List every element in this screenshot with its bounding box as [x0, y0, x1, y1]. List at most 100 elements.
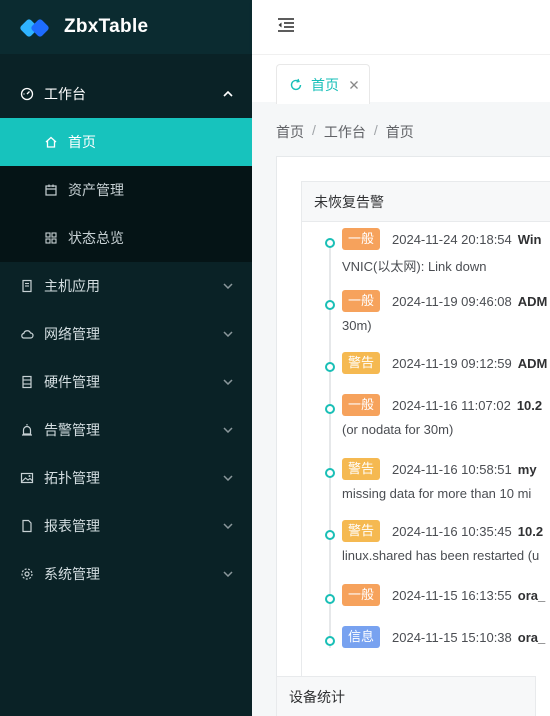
- alert-row: 警告 2024-11-19 09:12:59 ADM: [342, 352, 547, 374]
- severity-badge: 一般: [342, 394, 381, 416]
- sidebar-item-label: 拓扑管理: [44, 470, 100, 486]
- timeline-dot: [325, 238, 335, 248]
- sidebar-item-label: 报表管理: [44, 518, 100, 534]
- sidebar-item-reports[interactable]: 报表管理: [0, 502, 252, 550]
- alert-host: ADM: [517, 293, 548, 309]
- home-icon: [44, 135, 58, 149]
- alert-host: 10.2: [517, 523, 544, 539]
- chevron-down-icon: [222, 424, 234, 436]
- alert-row: 一般 2024-11-15 16:13:55 ora_: [342, 584, 545, 606]
- sidebar-item-label: 系统管理: [44, 566, 100, 582]
- sidebar-item-label: 硬件管理: [44, 374, 100, 390]
- brand[interactable]: ZbxTable: [0, 0, 252, 54]
- cloud-icon: [20, 327, 34, 341]
- alerts-timeline: 一般 2024-11-24 20:18:54 Win VNIC(以太网): Link …: [302, 222, 550, 682]
- sidebar-item-host-apps[interactable]: 主机应用: [0, 262, 252, 310]
- timeline-dot: [325, 404, 335, 414]
- refresh-icon[interactable]: [289, 78, 303, 92]
- content-panel: 未恢复告警 一般 2024-11-24 20:18:54 Win VNIC(以太网):…: [276, 156, 550, 716]
- timeline-dot: [325, 530, 335, 540]
- settings-icon: [20, 567, 34, 581]
- close-icon[interactable]: [349, 80, 359, 90]
- timeline-dot: [325, 594, 335, 604]
- file-icon: [20, 519, 34, 533]
- submenu-workbench: 首页 资产管理 状态总览: [0, 118, 252, 262]
- alert-time: 2024-11-19 09:12:59: [392, 355, 512, 371]
- sidebar-item-label: 资产管理: [68, 182, 124, 198]
- unresolved-alerts-card: 未恢复告警 一般 2024-11-24 20:18:54 Win VNIC(以太网):…: [301, 181, 550, 716]
- timeline-dot: [325, 300, 335, 310]
- alert-message: missing data for more than 10 mi: [342, 486, 532, 501]
- alert-host: ora_: [517, 629, 546, 645]
- sidebar: ZbxTable 工作台 首页 资产管理 状态总览 主机应用 网络管理 硬件管理…: [0, 0, 252, 716]
- alert-host: my: [517, 461, 537, 477]
- alert-time: 2024-11-24 20:18:54: [392, 231, 512, 247]
- sidebar-item-system[interactable]: 系统管理: [0, 550, 252, 598]
- breadcrumb-separator: /: [312, 122, 316, 138]
- device-stats-card: 设备统计: [276, 676, 536, 716]
- chevron-down-icon: [222, 280, 234, 292]
- sidebar-item-workbench[interactable]: 工作台: [0, 70, 252, 118]
- image-icon: [20, 471, 34, 485]
- logo-icon: [19, 17, 50, 38]
- sidebar-item-label: 状态总览: [68, 230, 124, 246]
- alert-host: 10.2: [516, 397, 543, 413]
- alert-message: VNIC(以太网): Link down: [342, 259, 487, 274]
- alert-row: 一般 2024-11-24 20:18:54 Win: [342, 228, 541, 250]
- alert-row: 一般 2024-11-16 11:07:02 10.2: [342, 394, 542, 416]
- alert-message: 30m): [342, 318, 372, 333]
- severity-badge: 一般: [342, 290, 381, 312]
- grid-icon: [44, 231, 58, 245]
- alert-host: ADM: [517, 355, 548, 371]
- breadcrumb: 首页 / 工作台 / 首页: [276, 122, 414, 142]
- severity-badge: 警告: [342, 352, 381, 374]
- breadcrumb-separator: /: [373, 122, 378, 138]
- sidebar-item-label: 主机应用: [44, 278, 100, 294]
- tab-home[interactable]: 首页: [276, 64, 370, 104]
- chevron-down-icon: [222, 376, 234, 388]
- chevron-down-icon: [222, 328, 234, 340]
- severity-badge: 警告: [342, 520, 381, 542]
- alert-host: Win: [517, 231, 542, 247]
- alert-row: 警告 2024-11-16 10:35:45 10.2: [342, 520, 543, 542]
- calendar-icon: [44, 183, 58, 197]
- alert-time: 2024-11-15 15:10:38: [392, 629, 512, 645]
- server-icon: [20, 279, 34, 293]
- alert-row: 警告 2024-11-16 10:58:51 my: [342, 458, 537, 480]
- dashboard-icon: [20, 87, 34, 101]
- sidebar-item-label: 工作台: [44, 86, 86, 102]
- breadcrumb-item[interactable]: 首页: [276, 122, 304, 142]
- chevron-down-icon: [222, 568, 234, 580]
- severity-badge: 一般: [342, 584, 381, 606]
- severity-badge: 警告: [342, 458, 381, 480]
- timeline-dot: [325, 362, 335, 372]
- menu-fold-icon[interactable]: [276, 17, 296, 38]
- chevron-up-icon: [222, 88, 234, 100]
- topbar: [252, 0, 550, 54]
- sidebar-item-label: 首页: [68, 134, 96, 150]
- sidebar-item-alarms[interactable]: 告警管理: [0, 406, 252, 454]
- sidebar-menu: 工作台 首页 资产管理 状态总览 主机应用 网络管理 硬件管理 告警管理 拓扑管…: [0, 54, 252, 598]
- brand-title: ZbxTable: [64, 16, 149, 37]
- sidebar-item-hardware[interactable]: 硬件管理: [0, 358, 252, 406]
- sidebar-item-status-overview[interactable]: 状态总览: [0, 214, 252, 262]
- breadcrumb-item[interactable]: 工作台: [324, 122, 366, 142]
- sidebar-item-assets[interactable]: 资产管理: [0, 166, 252, 214]
- tabs-bar: 首页: [252, 54, 550, 104]
- card-title: 设备统计: [289, 689, 345, 705]
- severity-badge: 一般: [342, 228, 381, 250]
- sidebar-item-network[interactable]: 网络管理: [0, 310, 252, 358]
- sidebar-item-topology[interactable]: 拓扑管理: [0, 454, 252, 502]
- sidebar-item-home[interactable]: 首页: [0, 118, 252, 166]
- alarm-icon: [20, 423, 34, 437]
- alert-message: linux.shared has been restarted (u: [342, 548, 540, 563]
- sidebar-item-label: 告警管理: [44, 422, 100, 438]
- chevron-down-icon: [222, 520, 234, 532]
- alert-time: 2024-11-19 09:46:08: [392, 293, 512, 309]
- alert-time: 2024-11-16 10:35:45: [392, 523, 512, 539]
- alert-time: 2024-11-16 11:07:02: [392, 397, 511, 413]
- alert-host: ora_: [517, 587, 546, 603]
- hardware-icon: [20, 375, 34, 389]
- timeline-dot: [325, 468, 335, 478]
- alert-time: 2024-11-15 16:13:55: [392, 587, 512, 603]
